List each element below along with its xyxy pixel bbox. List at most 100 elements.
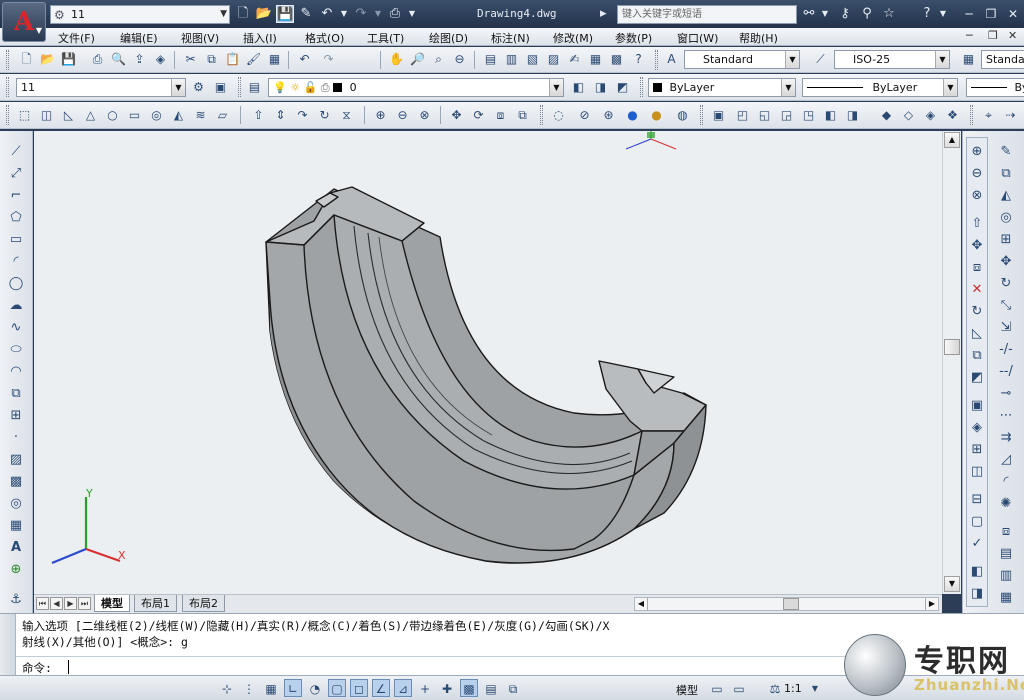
- chevron-right-icon[interactable]: ▸: [600, 5, 607, 23]
- walk-icon[interactable]: ⇢: [1002, 107, 1019, 124]
- tab-model[interactable]: 模型: [94, 595, 130, 612]
- annotation-scale-value[interactable]: 1:1: [784, 682, 802, 695]
- extrude-icon[interactable]: ⇧: [250, 107, 267, 124]
- add-selected-icon[interactable]: ⊕: [7, 561, 25, 579]
- break-icon[interactable]: ⋯: [997, 407, 1015, 425]
- table-style-select[interactable]: Standard: [981, 50, 1024, 69]
- quick-view-drawings-icon[interactable]: ▭: [730, 679, 748, 697]
- ortho-mode-icon[interactable]: ∟: [284, 679, 302, 697]
- match-properties-icon[interactable]: 🖌: [245, 51, 262, 68]
- bring-above-icon[interactable]: ▦: [997, 589, 1015, 607]
- print-icon[interactable]: ⎙: [386, 5, 404, 23]
- open-folder-icon[interactable]: 📂: [39, 51, 56, 68]
- application-menu-button[interactable]: A ▼: [2, 2, 46, 42]
- scale-icon[interactable]: ⤡: [997, 297, 1015, 315]
- last-tab-icon[interactable]: ⏭: [78, 597, 91, 610]
- send-back-icon[interactable]: ▥: [997, 567, 1015, 585]
- bring-front-icon[interactable]: ▤: [997, 545, 1015, 563]
- slice-icon[interactable]: ◨: [968, 585, 986, 603]
- erase-icon[interactable]: ✎: [997, 143, 1015, 161]
- menu-window[interactable]: 窗口(W): [677, 30, 718, 46]
- 3d-rotate-icon[interactable]: ⟳: [470, 107, 487, 124]
- doc-minimize-icon[interactable]: ─: [966, 29, 973, 42]
- copy-edges-icon[interactable]: ▣: [968, 397, 986, 415]
- construction-line-icon[interactable]: ⤢: [7, 165, 25, 183]
- toolbar-grip[interactable]: [540, 105, 543, 125]
- text-style-icon[interactable]: A: [663, 51, 680, 68]
- box-icon[interactable]: ◫: [38, 107, 55, 124]
- snap-mode-icon[interactable]: ⋮: [240, 679, 258, 697]
- top-view-icon[interactable]: ◰: [734, 107, 751, 124]
- revision-cloud-icon[interactable]: ☁: [7, 297, 25, 315]
- layer-states-icon[interactable]: ▣: [212, 79, 229, 96]
- left-view-icon[interactable]: ◲: [778, 107, 795, 124]
- design-center-icon[interactable]: ▥: [503, 51, 520, 68]
- toolbar-grip[interactable]: [655, 50, 658, 70]
- toolbar-grip[interactable]: [700, 105, 703, 125]
- ellipse-icon[interactable]: ⬭: [7, 341, 25, 359]
- scroll-right-icon[interactable]: ▶: [925, 598, 938, 610]
- menu-parametric[interactable]: 参数(P): [615, 30, 652, 46]
- zoom-previous-icon[interactable]: ⊖: [451, 51, 468, 68]
- vertical-scrollbar[interactable]: ▲ ▼: [942, 131, 961, 594]
- rotate-faces-icon[interactable]: ↻: [968, 303, 986, 321]
- first-tab-icon[interactable]: ⏮: [36, 597, 49, 610]
- chevron-down-icon[interactable]: ▼: [806, 679, 824, 697]
- sphere-icon[interactable]: ○: [104, 107, 121, 124]
- minimize-icon[interactable]: ─: [958, 5, 980, 23]
- zoom-realtime-icon[interactable]: 🔎: [409, 51, 426, 68]
- horizontal-scrollbar[interactable]: ◀ ▶: [634, 597, 939, 611]
- make-current-icon[interactable]: ◧: [570, 79, 587, 96]
- layer-select[interactable]: 💡 ☼ 🔓 ⎙ 0 ▼: [268, 78, 564, 97]
- help-icon[interactable]: ?: [630, 51, 647, 68]
- union-icon[interactable]: ⊕: [968, 143, 986, 161]
- annotation-scale-icon[interactable]: ⚖: [766, 679, 784, 697]
- bottom-view-icon[interactable]: ◱: [756, 107, 773, 124]
- color-faces-icon[interactable]: ◩: [968, 369, 986, 387]
- chevron-down-icon[interactable]: ▼: [373, 5, 383, 23]
- next-tab-icon[interactable]: ▶: [64, 597, 77, 610]
- intersect-icon[interactable]: ⊗: [416, 107, 433, 124]
- chevron-down-icon[interactable]: ▼: [339, 5, 349, 23]
- shell-icon[interactable]: ▢: [968, 513, 986, 531]
- toolbar-grip[interactable]: [970, 105, 973, 125]
- move-icon[interactable]: ✥: [997, 253, 1015, 271]
- doc-close-icon[interactable]: ✕: [1008, 29, 1017, 42]
- multiline-text-icon[interactable]: A: [7, 539, 25, 557]
- offset-icon[interactable]: ◎: [997, 209, 1015, 227]
- color-select[interactable]: ByLayer ▼: [648, 78, 796, 97]
- chevron-down-icon[interactable]: ▼: [820, 5, 830, 23]
- zoom-window-icon[interactable]: ⌕: [430, 51, 447, 68]
- drawing-canvas[interactable]: Y X: [34, 131, 942, 594]
- gear-icon[interactable]: ⚙: [190, 79, 207, 96]
- tab-layout1[interactable]: 布局1: [134, 595, 177, 612]
- nw-iso-icon[interactable]: ❖: [944, 107, 961, 124]
- check-icon[interactable]: ✓: [968, 535, 986, 553]
- bearing-shell-model[interactable]: [265, 186, 707, 564]
- key-icon[interactable]: ⚷: [836, 5, 854, 23]
- command-window-grip[interactable]: [0, 614, 16, 676]
- copy-object-icon[interactable]: ⧉: [997, 165, 1015, 183]
- planar-surface-icon[interactable]: ▱: [214, 107, 231, 124]
- lineweight-icon[interactable]: ✚: [438, 679, 456, 697]
- make-block-icon[interactable]: ⊞: [7, 407, 25, 425]
- linetype-select[interactable]: ByLayer ▼: [802, 78, 958, 97]
- polar-tracking-icon[interactable]: ◔: [306, 679, 324, 697]
- front-view-icon[interactable]: ◧: [822, 107, 839, 124]
- toolbar-grip[interactable]: [238, 77, 241, 97]
- menu-help[interactable]: 帮助(H): [739, 30, 778, 46]
- open-folder-icon[interactable]: 📂: [255, 5, 273, 23]
- loft-icon[interactable]: ⧖: [338, 107, 355, 124]
- quick-properties-icon[interactable]: ▤: [482, 679, 500, 697]
- quickcalc-icon[interactable]: ▦: [587, 51, 604, 68]
- gradient-icon[interactable]: ▩: [7, 473, 25, 491]
- new-file-icon[interactable]: 🗋: [18, 51, 35, 68]
- right-view-icon[interactable]: ◳: [800, 107, 817, 124]
- spline-icon[interactable]: ∿: [7, 319, 25, 337]
- menu-dimension[interactable]: 标注(N): [491, 30, 530, 46]
- visual-style-manager-icon[interactable]: ◍: [674, 107, 691, 124]
- publish-icon[interactable]: ⇪: [131, 51, 148, 68]
- 3d-print-icon[interactable]: ◈: [152, 51, 169, 68]
- ucs-icon[interactable]: ⚓: [7, 591, 25, 609]
- intersect-icon[interactable]: ⊗: [968, 187, 986, 205]
